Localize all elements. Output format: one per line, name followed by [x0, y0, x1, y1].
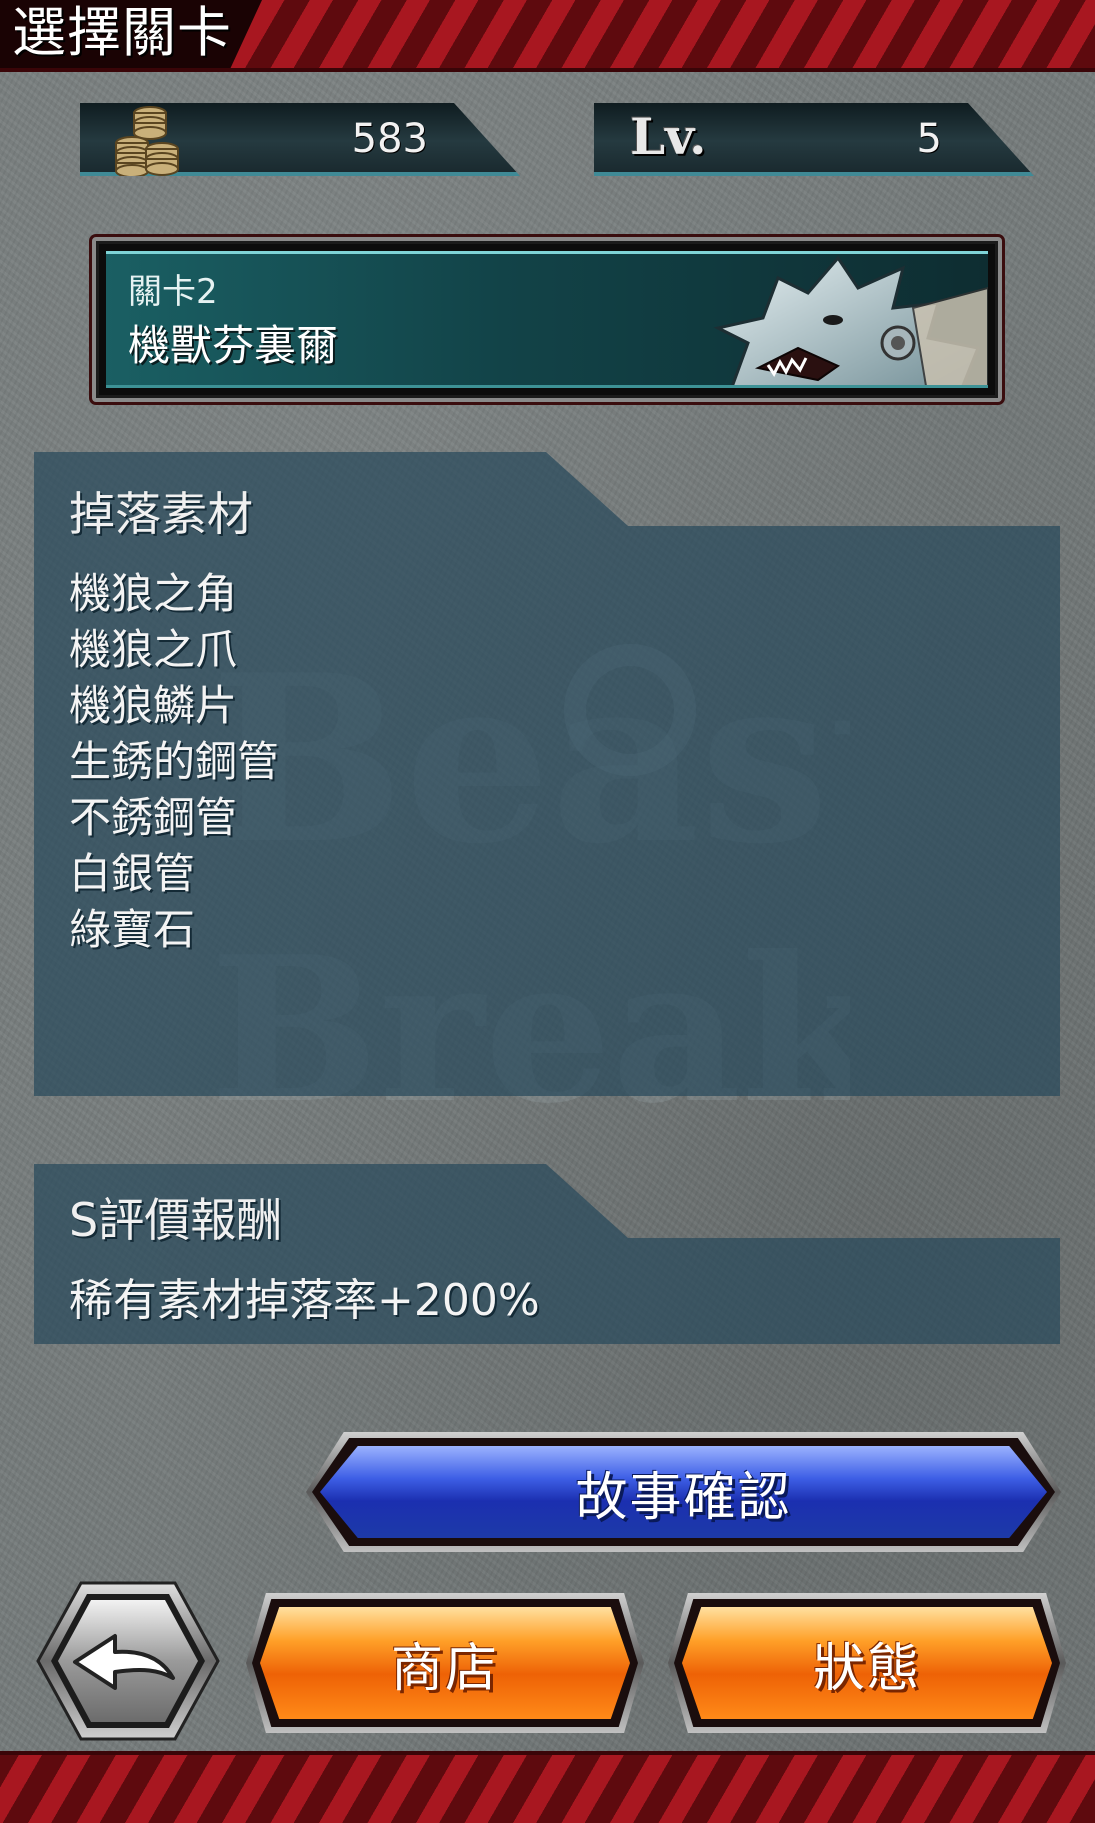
stage-name: 機獸芬裏爾	[128, 321, 339, 370]
level-label: Lv.	[630, 107, 707, 166]
status-button[interactable]: 狀態	[668, 1593, 1066, 1733]
page-title: 選擇關卡	[12, 1, 232, 64]
drop-item: 白銀管	[69, 849, 196, 898]
drop-item: 不銹鋼管	[69, 793, 238, 842]
status-label: 狀態	[812, 1638, 921, 1699]
stage-number: 關卡2	[128, 272, 218, 312]
shop-button[interactable]: 商店	[246, 1593, 644, 1733]
coin-counter: 583	[80, 103, 520, 176]
back-button[interactable]	[35, 1580, 221, 1742]
stage-banner[interactable]: 關卡2 機獸芬裏爾	[92, 237, 1002, 402]
level-display: Lv. 5	[594, 103, 1034, 176]
story-confirm-button[interactable]: 故事確認	[306, 1432, 1061, 1552]
drop-materials-panel: 掉落素材 機狼之角 機狼之爪 機狼鱗片 生銹的鋼管 不銹鋼管 白銀管 綠寶石	[34, 452, 1060, 1096]
header-bar: 選擇關卡	[0, 0, 1095, 72]
drop-item: 機狼鱗片	[69, 681, 238, 730]
shop-label: 商店	[390, 1638, 499, 1699]
drop-item: 機狼之爪	[69, 625, 238, 674]
reward-text: 稀有素材掉落率+200%	[69, 1275, 540, 1326]
level-value: 5	[916, 116, 942, 162]
coin-count: 583	[351, 116, 428, 162]
drop-item: 生銹的鋼管	[69, 737, 280, 786]
reward-title: S評價報酬	[69, 1193, 283, 1247]
title-plate: 選擇關卡	[0, 0, 262, 68]
drop-item: 綠寶石	[69, 905, 196, 954]
drop-materials-title: 掉落素材	[69, 487, 253, 541]
s-rank-reward-panel: S評價報酬 稀有素材掉落率+200%	[34, 1164, 1060, 1344]
footer-bar	[0, 1751, 1095, 1823]
wolf-boss-portrait	[713, 255, 988, 385]
drop-item: 機狼之角	[69, 569, 238, 618]
stage-banner-inner: 關卡2 機獸芬裏爾	[106, 251, 988, 388]
story-confirm-label: 故事確認	[575, 1467, 792, 1528]
drop-materials-list: 機狼之角 機狼之爪 機狼鱗片 生銹的鋼管 不銹鋼管 白銀管 綠寶石	[69, 566, 279, 958]
coin-stack-icon	[115, 106, 179, 176]
